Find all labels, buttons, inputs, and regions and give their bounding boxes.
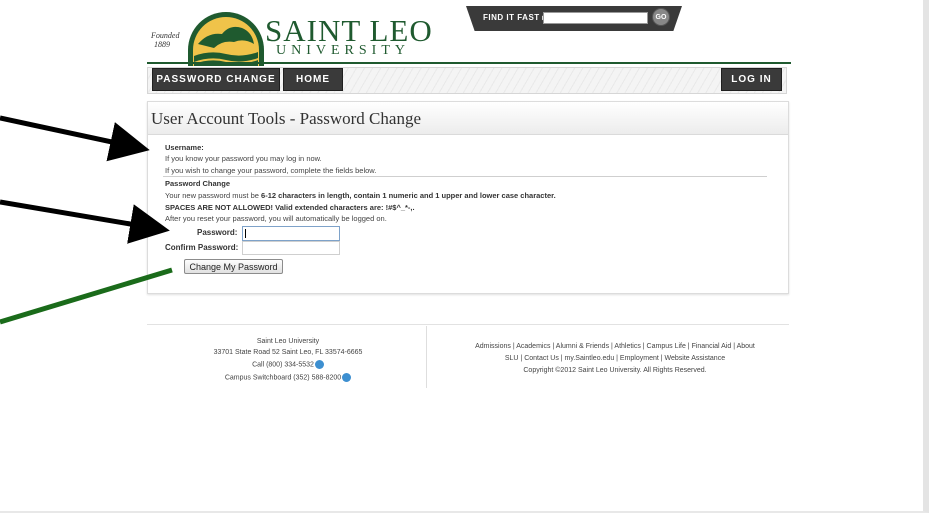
logo-wordmark[interactable]: SAINT LEO: [265, 15, 433, 46]
logo-subtitle: UNIVERSITY: [276, 43, 410, 58]
confirm-password-label: Confirm Password:: [165, 243, 239, 252]
section-divider: [163, 176, 767, 177]
footer-org: Saint Leo University: [256, 338, 320, 345]
change-hint: If you wish to change your password, com…: [165, 166, 377, 175]
page-title: User Account Tools - Password Change: [151, 109, 421, 128]
auto-login-note: After you reset your password, you will …: [165, 214, 387, 223]
login-button[interactable]: LOG IN: [721, 68, 782, 91]
find-it-fast-label: FIND IT FAST ▸: [483, 13, 547, 22]
lion-seal-icon[interactable]: [186, 10, 266, 66]
footer-links-1[interactable]: Admissions | Academics | Alumni & Friend…: [440, 342, 790, 351]
nav-tab-home[interactable]: HOME: [283, 68, 343, 91]
section-title: Password Change: [165, 179, 231, 188]
go-button[interactable]: GO: [652, 8, 670, 26]
find-it-fast-input[interactable]: [543, 12, 648, 24]
phone-icon[interactable]: [314, 360, 324, 369]
footer-divider: [426, 326, 427, 388]
footer-address: 33701 State Road 52 Saint Leo, FL 33574-…: [213, 349, 363, 356]
footer-call: Call (800) 334-5532: [188, 360, 388, 369]
confirm-password-input[interactable]: [242, 241, 340, 255]
founded-text: Founded: [151, 31, 180, 40]
phone-icon[interactable]: [342, 373, 352, 382]
change-password-button[interactable]: Change My Password: [184, 259, 283, 274]
founded-year: 1889: [154, 40, 170, 49]
text-caret: [245, 229, 246, 238]
password-input[interactable]: [242, 226, 340, 241]
spaces-warning: SPACES ARE NOT ALLOWED! Valid extended c…: [165, 203, 415, 212]
footer-call-text: Call (800) 334-5532: [252, 361, 314, 369]
username-label: Username:: [165, 143, 204, 152]
password-rules-detail: 6-12 characters in length, contain 1 num…: [261, 191, 556, 200]
founded-label: Founded 1889: [151, 31, 179, 49]
password-rules-prefix: Your new password must be: [165, 191, 259, 200]
footer-switchboard: Campus Switchboard (352) 588-8200: [178, 373, 398, 382]
footer-switchboard-text: Campus Switchboard (352) 588-8200: [224, 374, 342, 382]
password-label: Password:: [197, 228, 238, 237]
header-rule: [147, 62, 791, 64]
login-hint: If you know your password you may log in…: [165, 154, 322, 163]
footer-links-2[interactable]: SLU | Contact Us | my.Saintleo.edu | Emp…: [440, 354, 790, 363]
footer-copyright: Copyright ©2012 Saint Leo University. Al…: [523, 367, 707, 374]
password-rules: Your new password must be 6-12 character…: [165, 191, 556, 200]
footer-rule: [147, 324, 789, 325]
nav-tab-password-change[interactable]: PASSWORD CHANGE: [152, 68, 280, 91]
